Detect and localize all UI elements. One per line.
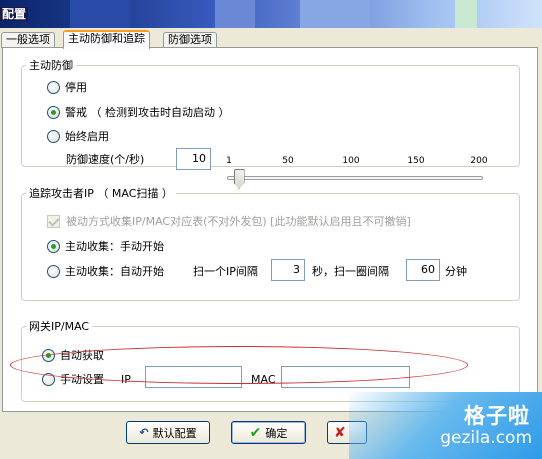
defense-alert-option[interactable]: 警戒 （ 检测到攻击时自动启动 ） [47,104,230,120]
manual-collect-label: 主动收集：手动开始 [65,240,164,253]
default-config-button[interactable]: ↶ 默认配置 [126,421,210,444]
active-defense-legend: 主动防御 [29,59,73,72]
gateway-manual-option[interactable]: 手动设置 [42,371,104,387]
trace-legend: 追踪攻击者IP （ MAC扫描 ） [29,187,173,200]
window-title: 配置 [0,7,29,21]
defense-speed-slider-track[interactable] [227,176,483,180]
ok-label: 确定 [265,426,288,440]
defense-off-label: 停用 [65,81,87,94]
title-bar-decor [300,0,370,28]
scan-round-unit: 分钟 [445,265,467,278]
passive-collect-checkbox [47,214,60,228]
cross-icon: ✘ [334,424,346,441]
gateway-manual-label: 手动设置 [60,373,104,386]
gateway-auto-option[interactable]: 自动获取 [42,347,104,363]
slider-tick-label: 1 [226,156,232,166]
defense-alert-radio[interactable] [47,105,60,119]
slider-tick-label: 50 [282,156,294,166]
title-bar: 配置 [0,0,542,28]
check-icon: ✔ [249,424,262,441]
gateway-manual-radio[interactable] [42,372,55,386]
scan-interval-label: 扫一个IP间隔 [193,265,258,278]
gateway-ip-input[interactable] [145,366,242,388]
passive-collect-label: 被动方式收集IP/MAC对应表(不对外发包) [此功能默认启用且不可撤销] [66,215,411,228]
defense-alert-label: 警戒 （ 检测到攻击时自动启动 ） [65,106,230,119]
scan-round-label: 秒，扫一圈间隔 [312,265,389,278]
slider-tick-label: 100 [342,156,360,166]
scan-round-input[interactable]: 60 [406,259,440,281]
auto-collect-radio[interactable] [47,264,60,278]
gateway-legend: 网关IP/MAC [29,320,90,333]
defense-off-radio[interactable] [47,80,60,94]
defense-speed-label: 防御速度(个/秒) [66,153,145,166]
passive-collect-option: 被动方式收集IP/MAC对应表(不对外发包) [此功能默认启用且不可撤销] [47,213,411,229]
gateway-auto-label: 自动获取 [60,349,104,362]
scan-interval-input[interactable]: 3 [271,259,305,281]
watermark-cn: 格子啦 [464,404,530,428]
defense-always-option[interactable]: 始终启用 [47,128,109,144]
tab-strip: 一般选项 主动防御和追踪 防御选项 [0,30,542,49]
gateway-mac-input[interactable] [281,366,410,388]
auto-collect-label: 主动收集：自动开始 [65,265,164,278]
defense-speed-input[interactable]: 10 [176,148,211,170]
auto-collect-option[interactable]: 主动收集：自动开始 [47,263,164,279]
defense-always-label: 始终启用 [65,130,109,143]
tab-defense-options[interactable]: 防御选项 [163,32,217,48]
watermark: 格子啦 gezila.com [349,392,542,459]
undo-arrow-icon: ↶ [139,426,149,439]
tab-general[interactable]: 一般选项 [1,32,55,48]
defense-always-radio[interactable] [47,129,60,143]
tab-active-defense[interactable]: 主动防御和追踪 [63,30,150,49]
title-bar-decor [215,0,255,28]
slider-tick-label: 150 [407,156,425,166]
watermark-en: gezila.com [440,428,532,448]
gateway-mac-label: MAC [251,372,276,386]
title-bar-decor [70,0,130,28]
gateway-auto-radio[interactable] [42,348,55,362]
defense-off-option[interactable]: 停用 [47,79,87,95]
manual-collect-radio[interactable] [47,239,60,253]
manual-collect-option[interactable]: 主动收集：手动开始 [47,238,164,254]
slider-tick-label: 200 [470,156,488,166]
title-bar-decor [455,0,477,28]
ok-button[interactable]: ✔ 确定 [231,421,306,444]
tab-pane: 主动防御 停用 警戒 （ 检测到攻击时自动启动 ） 始终启用 防御速度(个/秒)… [2,47,538,412]
default-config-label: 默认配置 [152,426,197,440]
gateway-ip-label: IP [121,372,131,386]
